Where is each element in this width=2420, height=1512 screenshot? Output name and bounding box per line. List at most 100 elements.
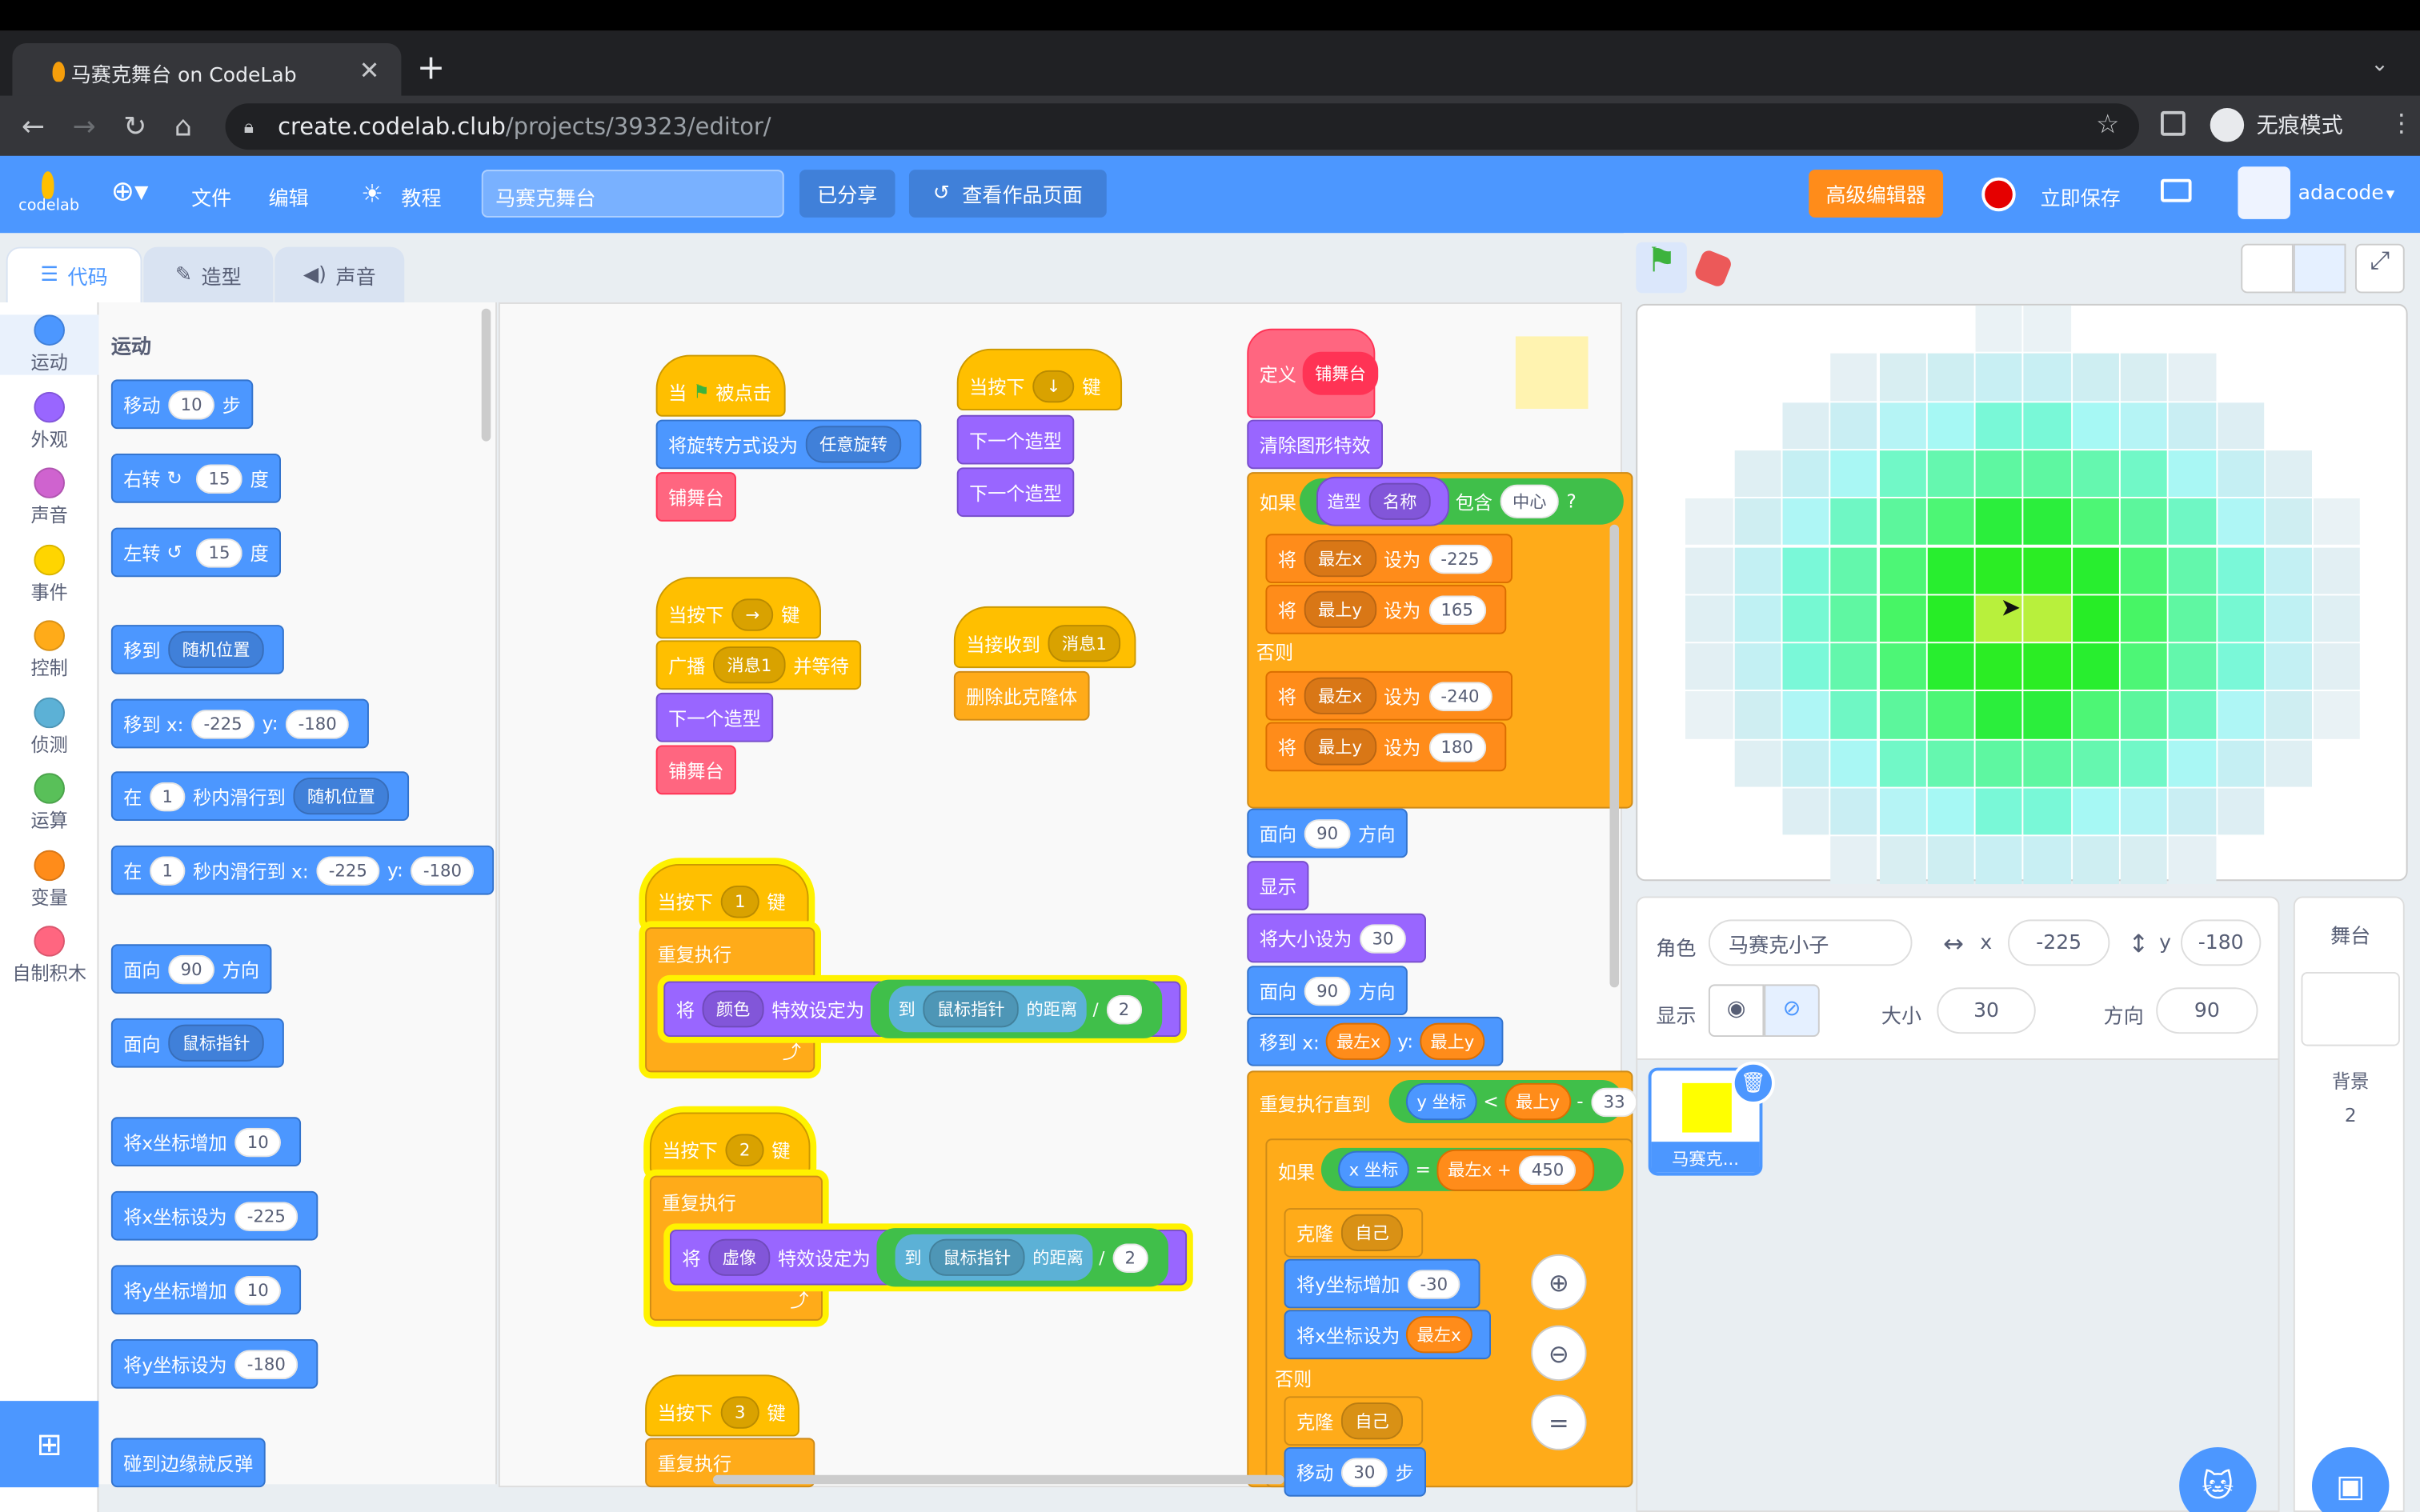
block-point-direction[interactable]: 面向 90 方向: [1247, 808, 1408, 858]
value-input[interactable]: 180: [1428, 732, 1486, 762]
incognito-indicator[interactable]: 无痕模式: [2210, 107, 2343, 142]
large-stage-icon[interactable]: [2293, 243, 2346, 294]
block-point-direction[interactable]: 面向 90 方向: [110, 944, 272, 994]
advanced-editor-button[interactable]: 高级编辑器: [1809, 170, 1944, 218]
var-dropdown[interactable]: 最上y: [1304, 590, 1376, 628]
zoom-reset-icon[interactable]: =: [1531, 1394, 1587, 1450]
xpos-reporter[interactable]: x 坐标: [1338, 1150, 1409, 1188]
x-input[interactable]: -225: [316, 855, 380, 886]
block-point-towards[interactable]: 面向 鼠标指针: [110, 1018, 284, 1068]
value-input[interactable]: -225: [1428, 543, 1492, 574]
block-next-costume[interactable]: 下一个造型: [655, 692, 774, 742]
side-panel-icon[interactable]: [2160, 110, 2186, 136]
language-globe-icon[interactable]: ⊕▾: [111, 176, 149, 208]
block-move[interactable]: 移动 30 步: [1284, 1446, 1427, 1497]
eq-reporter[interactable]: x 坐标 = 最左x +450: [1320, 1147, 1624, 1191]
block-change-x[interactable]: 将x坐标增加 10: [110, 1117, 302, 1166]
browser-menu-icon[interactable]: ⋮: [2389, 108, 2414, 138]
dir-input[interactable]: 90: [168, 954, 215, 984]
block-next-costume[interactable]: 下一个造型: [956, 467, 1075, 518]
divide-reporter[interactable]: 到鼠标指针 的距离 / 2: [876, 1228, 1168, 1287]
block-set-x[interactable]: 将x坐标设为 -225: [110, 1190, 319, 1241]
category-0[interactable]: 运动: [0, 314, 99, 375]
val-input[interactable]: -225: [234, 1201, 298, 1231]
contains-input[interactable]: 中心: [1500, 484, 1559, 518]
block-set-rotation[interactable]: 将旋转方式设为 任意旋转: [655, 419, 922, 470]
zoom-in-icon[interactable]: ⊕: [1531, 1254, 1587, 1310]
effect-dropdown[interactable]: 颜色: [702, 990, 764, 1028]
val-input[interactable]: 10: [234, 1126, 282, 1157]
turn-right-input[interactable]: 15: [196, 463, 242, 494]
key-dropdown[interactable]: 1: [720, 885, 759, 918]
block-when-key-down[interactable]: 当按下 ↓ 键: [956, 348, 1123, 410]
divisor-input[interactable]: 2: [1106, 994, 1142, 1025]
value-input[interactable]: 450: [1519, 1154, 1577, 1185]
add-extension-icon[interactable]: ⊞: [0, 1401, 99, 1488]
block-goto-xy[interactable]: 移到 x: 最左x y: 最上y: [1247, 1016, 1504, 1066]
goto-dropdown[interactable]: 随机位置: [168, 630, 264, 669]
divisor-input[interactable]: 2: [1112, 1243, 1148, 1274]
glide-dropdown[interactable]: 随机位置: [293, 777, 390, 815]
x-input[interactable]: -225: [191, 709, 255, 738]
distance-dropdown[interactable]: 鼠标指针: [923, 990, 1019, 1028]
distance-dropdown[interactable]: 鼠标指针: [929, 1238, 1025, 1276]
record-icon[interactable]: [1981, 177, 2016, 212]
value-input[interactable]: -240: [1428, 681, 1492, 711]
tab-search-icon[interactable]: ⌄: [2370, 53, 2389, 78]
category-6[interactable]: 运算: [0, 773, 98, 833]
menu-edit[interactable]: 编辑: [269, 182, 309, 211]
dir-input[interactable]: 90: [1304, 818, 1351, 848]
block-when-key-3[interactable]: 当按下 3 键: [645, 1374, 799, 1437]
block-set-var[interactable]: 将最左x 设为 -225: [1265, 534, 1512, 583]
val-input[interactable]: -180: [234, 1349, 298, 1379]
block-when-key-2[interactable]: 当按下 2 键: [649, 1112, 811, 1174]
block-when-receive[interactable]: 当接收到 消息1: [953, 606, 1136, 669]
var-dropdown[interactable]: 最左x: [1304, 677, 1376, 714]
block-glide[interactable]: 在 1 秒内滑行到 随机位置: [110, 771, 410, 821]
back-icon[interactable]: ←: [22, 111, 45, 143]
costume-reporter[interactable]: 造型 名称: [1316, 476, 1449, 526]
tab-costumes[interactable]: ✎ 造型: [143, 246, 274, 304]
category-7[interactable]: 变量: [0, 849, 98, 910]
key-dropdown[interactable]: 3: [720, 1395, 759, 1428]
zoom-out-icon[interactable]: ⊖: [1531, 1325, 1587, 1382]
costume-dropdown[interactable]: 名称: [1368, 482, 1431, 520]
block-when-key-1[interactable]: 当按下 1 键: [645, 863, 809, 926]
secs-input[interactable]: 1: [150, 781, 186, 811]
user-menu-chevron-icon[interactable]: ▾: [2386, 183, 2395, 203]
block-change-y[interactable]: 将y坐标增加 10: [110, 1265, 302, 1315]
reload-icon[interactable]: ↻: [123, 111, 146, 143]
block-goto[interactable]: 移到 随机位置: [110, 625, 284, 674]
workspace-vscrollbar[interactable]: [1609, 524, 1620, 988]
block-point-direction[interactable]: 面向 90 方向: [1247, 966, 1408, 1015]
small-stage-icon[interactable]: [2241, 243, 2294, 294]
clone-dropdown[interactable]: 自己: [1340, 1402, 1404, 1440]
stage-panel[interactable]: 舞台 背景 2: [2293, 896, 2405, 1512]
block-glide-xy[interactable]: 在 1 秒内滑行到 x: -225 y: -180: [110, 845, 495, 895]
block-when-key-right[interactable]: 当按下 → 键: [655, 577, 821, 639]
sprite-name-input[interactable]: 马赛克小子: [1708, 919, 1913, 966]
url-field[interactable]: 🔒︎ create.codelab.club/projects/39323/ed…: [225, 103, 2139, 150]
block-set-color-effect[interactable]: 将颜色 特效设定为到鼠标指针 的距离/2: [663, 979, 1180, 1038]
block-clone[interactable]: 克隆 自己: [1284, 1396, 1424, 1446]
workspace-hscrollbar[interactable]: [712, 1474, 1284, 1485]
view-project-page-button[interactable]: ↺ 查看作品页面: [908, 170, 1107, 218]
menu-tutorial[interactable]: 教程: [401, 182, 441, 211]
message-dropdown[interactable]: 消息1: [713, 646, 786, 684]
hide-eye-icon[interactable]: ⊘: [1764, 984, 1820, 1037]
home-icon[interactable]: ⌂: [174, 111, 192, 143]
show-eye-icon[interactable]: ◉: [1708, 984, 1765, 1037]
block-define[interactable]: 定义 铺舞台: [1247, 328, 1379, 418]
var-dropdown[interactable]: 最左x: [1304, 539, 1376, 578]
rotation-dropdown[interactable]: 任意旋转: [805, 426, 902, 463]
codelab-logo[interactable]: codelab: [18, 170, 79, 222]
block-move[interactable]: 移动 10 步: [110, 379, 254, 430]
key-dropdown[interactable]: 2: [725, 1133, 764, 1166]
block-set-size[interactable]: 将大小设为 30: [1247, 913, 1427, 963]
tab-sounds[interactable]: ◀) 声音: [274, 246, 405, 304]
category-5[interactable]: 侦测: [0, 696, 98, 757]
y-input[interactable]: -180: [2181, 919, 2262, 966]
size-input[interactable]: 30: [1937, 987, 2036, 1034]
block-set-var[interactable]: 将最上y 设为 180: [1265, 722, 1506, 772]
val-input[interactable]: 10: [234, 1274, 282, 1305]
